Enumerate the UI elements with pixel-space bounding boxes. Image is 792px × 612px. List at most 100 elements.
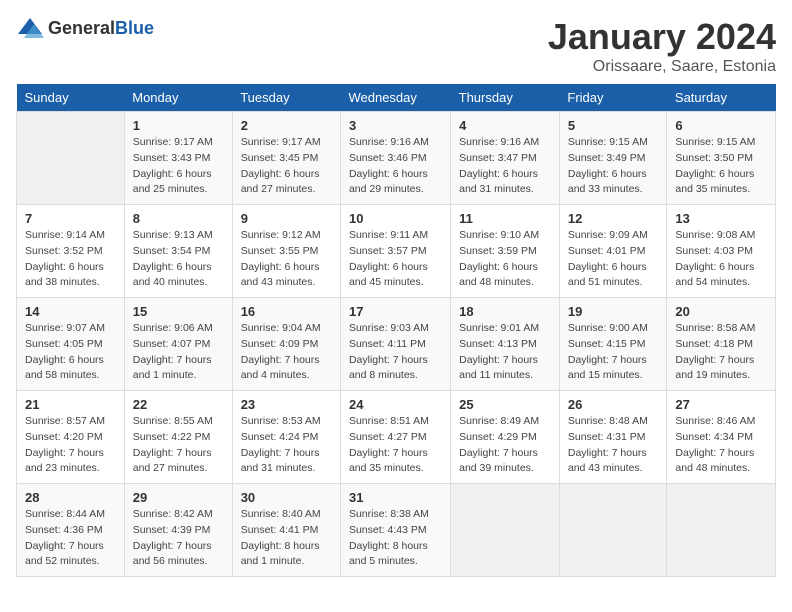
calendar-header-row: SundayMondayTuesdayWednesdayThursdayFrid… (17, 84, 776, 112)
day-number: 29 (133, 490, 224, 505)
column-header-sunday: Sunday (17, 84, 125, 112)
column-header-monday: Monday (124, 84, 232, 112)
day-info: Sunrise: 9:09 AMSunset: 4:01 PMDaylight:… (568, 228, 659, 291)
day-number: 11 (459, 211, 551, 226)
day-number: 16 (241, 304, 332, 319)
day-number: 24 (349, 397, 442, 412)
day-number: 10 (349, 211, 442, 226)
day-cell: 11 Sunrise: 9:10 AMSunset: 3:59 PMDayligh… (451, 205, 560, 298)
day-info: Sunrise: 9:13 AMSunset: 3:54 PMDaylight:… (133, 228, 224, 291)
day-cell (667, 484, 776, 577)
day-info: Sunrise: 9:15 AMSunset: 3:49 PMDaylight:… (568, 135, 659, 198)
day-number: 13 (675, 211, 767, 226)
day-number: 14 (25, 304, 116, 319)
day-cell: 12 Sunrise: 9:09 AMSunset: 4:01 PMDayligh… (559, 205, 667, 298)
day-number: 7 (25, 211, 116, 226)
day-number: 3 (349, 118, 442, 133)
day-number: 12 (568, 211, 659, 226)
day-cell: 31 Sunrise: 8:38 AMSunset: 4:43 PMDayligh… (340, 484, 450, 577)
day-cell: 23Sunrise: 8:53 AMSunset: 4:24 PMDayligh… (232, 391, 340, 484)
day-info: Sunrise: 8:42 AMSunset: 4:39 PMDaylight:… (133, 507, 224, 570)
day-cell: 10 Sunrise: 9:11 AMSunset: 3:57 PMDayligh… (340, 205, 450, 298)
day-number: 18 (459, 304, 551, 319)
day-cell: 13 Sunrise: 9:08 AMSunset: 4:03 PMDayligh… (667, 205, 776, 298)
day-number: 22 (133, 397, 224, 412)
week-row-2: 7 Sunrise: 9:14 AMSunset: 3:52 PMDaylight… (17, 205, 776, 298)
week-row-5: 28Sunrise: 8:44 AMSunset: 4:36 PMDayligh… (17, 484, 776, 577)
week-row-1: 1 Sunrise: 9:17 AMSunset: 3:43 PMDaylight… (17, 112, 776, 205)
day-info: Sunrise: 8:44 AMSunset: 4:36 PMDaylight:… (25, 507, 116, 570)
day-number: 5 (568, 118, 659, 133)
day-number: 27 (675, 397, 767, 412)
column-header-tuesday: Tuesday (232, 84, 340, 112)
day-info: Sunrise: 9:12 AMSunset: 3:55 PMDaylight:… (241, 228, 332, 291)
week-row-3: 14 Sunrise: 9:07 AMSunset: 4:05 PMDayligh… (17, 298, 776, 391)
logo-icon (16, 16, 44, 40)
day-cell: 3Sunrise: 9:16 AMSunset: 3:46 PMDaylight… (340, 112, 450, 205)
day-cell: 1 Sunrise: 9:17 AMSunset: 3:43 PMDaylight… (124, 112, 232, 205)
day-number: 21 (25, 397, 116, 412)
day-cell: 19 Sunrise: 9:00 AMSunset: 4:15 PMDayligh… (559, 298, 667, 391)
day-info: Sunrise: 9:01 AMSunset: 4:13 PMDaylight:… (459, 321, 551, 384)
column-header-wednesday: Wednesday (340, 84, 450, 112)
day-number: 4 (459, 118, 551, 133)
day-number: 1 (133, 118, 224, 133)
day-cell: 2 Sunrise: 9:17 AMSunset: 3:45 PMDaylight… (232, 112, 340, 205)
day-info: Sunrise: 9:15 AMSunset: 3:50 PMDaylight:… (675, 135, 767, 198)
day-number: 19 (568, 304, 659, 319)
day-cell: 29 Sunrise: 8:42 AMSunset: 4:39 PMDayligh… (124, 484, 232, 577)
day-info: Sunrise: 8:48 AMSunset: 4:31 PMDaylight:… (568, 414, 659, 477)
day-info: Sunrise: 9:11 AMSunset: 3:57 PMDaylight:… (349, 228, 442, 291)
day-info: Sunrise: 9:00 AMSunset: 4:15 PMDaylight:… (568, 321, 659, 384)
day-number: 20 (675, 304, 767, 319)
day-cell: 27 Sunrise: 8:46 AMSunset: 4:34 PMDayligh… (667, 391, 776, 484)
day-number: 26 (568, 397, 659, 412)
day-cell (559, 484, 667, 577)
day-info: Sunrise: 8:55 AMSunset: 4:22 PMDaylight:… (133, 414, 224, 477)
day-cell: 6Sunrise: 9:15 AMSunset: 3:50 PMDaylight… (667, 112, 776, 205)
day-cell: 14 Sunrise: 9:07 AMSunset: 4:05 PMDayligh… (17, 298, 125, 391)
day-number: 2 (241, 118, 332, 133)
day-cell: 22 Sunrise: 8:55 AMSunset: 4:22 PMDayligh… (124, 391, 232, 484)
day-cell: 18 Sunrise: 9:01 AMSunset: 4:13 PMDayligh… (451, 298, 560, 391)
day-info: Sunrise: 9:17 AMSunset: 3:45 PMDaylight:… (241, 135, 332, 198)
day-number: 8 (133, 211, 224, 226)
day-info: Sunrise: 8:51 AMSunset: 4:27 PMDaylight:… (349, 414, 442, 477)
day-cell: 5 Sunrise: 9:15 AMSunset: 3:49 PMDaylight… (559, 112, 667, 205)
logo: GeneralBlue (16, 16, 154, 40)
calendar-title: January 2024 (548, 16, 776, 58)
day-cell: 24 Sunrise: 8:51 AMSunset: 4:27 PMDayligh… (340, 391, 450, 484)
logo-blue-text: Blue (115, 18, 154, 38)
day-info: Sunrise: 8:38 AMSunset: 4:43 PMDaylight:… (349, 507, 442, 570)
day-number: 15 (133, 304, 224, 319)
day-info: Sunrise: 8:46 AMSunset: 4:34 PMDaylight:… (675, 414, 767, 477)
column-header-saturday: Saturday (667, 84, 776, 112)
day-cell: 9Sunrise: 9:12 AMSunset: 3:55 PMDaylight… (232, 205, 340, 298)
column-header-thursday: Thursday (451, 84, 560, 112)
day-cell: 8 Sunrise: 9:13 AMSunset: 3:54 PMDaylight… (124, 205, 232, 298)
day-number: 25 (459, 397, 551, 412)
day-cell: 15 Sunrise: 9:06 AMSunset: 4:07 PMDayligh… (124, 298, 232, 391)
day-info: Sunrise: 9:07 AMSunset: 4:05 PMDaylight:… (25, 321, 116, 384)
day-cell: 26 Sunrise: 8:48 AMSunset: 4:31 PMDayligh… (559, 391, 667, 484)
day-number: 31 (349, 490, 442, 505)
logo-general-text: General (48, 18, 115, 38)
calendar-table: SundayMondayTuesdayWednesdayThursdayFrid… (16, 84, 776, 577)
day-info: Sunrise: 8:57 AMSunset: 4:20 PMDaylight:… (25, 414, 116, 477)
day-cell (451, 484, 560, 577)
day-info: Sunrise: 9:14 AMSunset: 3:52 PMDaylight:… (25, 228, 116, 291)
day-cell: 7 Sunrise: 9:14 AMSunset: 3:52 PMDaylight… (17, 205, 125, 298)
day-cell: 30Sunrise: 8:40 AMSunset: 4:41 PMDayligh… (232, 484, 340, 577)
header: GeneralBlue January 2024 Orissaare, Saar… (16, 16, 776, 76)
day-info: Sunrise: 9:08 AMSunset: 4:03 PMDaylight:… (675, 228, 767, 291)
title-area: January 2024 Orissaare, Saare, Estonia (548, 16, 776, 76)
week-row-4: 21 Sunrise: 8:57 AMSunset: 4:20 PMDayligh… (17, 391, 776, 484)
day-info: Sunrise: 9:10 AMSunset: 3:59 PMDaylight:… (459, 228, 551, 291)
day-cell: 16Sunrise: 9:04 AMSunset: 4:09 PMDayligh… (232, 298, 340, 391)
day-info: Sunrise: 9:17 AMSunset: 3:43 PMDaylight:… (133, 135, 224, 198)
day-info: Sunrise: 8:49 AMSunset: 4:29 PMDaylight:… (459, 414, 551, 477)
day-cell: 4Sunrise: 9:16 AMSunset: 3:47 PMDaylight… (451, 112, 560, 205)
day-info: Sunrise: 9:06 AMSunset: 4:07 PMDaylight:… (133, 321, 224, 384)
day-cell: 25 Sunrise: 8:49 AMSunset: 4:29 PMDayligh… (451, 391, 560, 484)
day-cell: 17Sunrise: 9:03 AMSunset: 4:11 PMDayligh… (340, 298, 450, 391)
